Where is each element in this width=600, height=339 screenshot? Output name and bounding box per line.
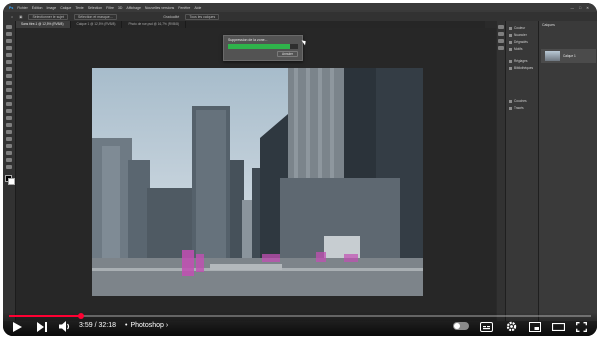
menu-item[interactable]: Image: [47, 6, 57, 10]
zoom-tool-icon[interactable]: [6, 165, 12, 169]
play-icon[interactable]: [13, 322, 22, 332]
maximize-icon[interactable]: □: [579, 6, 581, 10]
brush-tool-icon[interactable]: [6, 81, 12, 85]
window-controls: — □ ✕: [570, 6, 597, 10]
mode-label: Gradualité: [163, 14, 180, 19]
autoplay-toggle[interactable]: [453, 322, 469, 330]
video-progress-bar[interactable]: [9, 313, 591, 319]
mode-select[interactable]: Tous les calques: [185, 13, 220, 20]
object-select-tool-icon[interactable]: [6, 46, 12, 50]
healing-tool-icon[interactable]: [6, 74, 12, 78]
menu-item[interactable]: Calque: [60, 6, 71, 10]
background-color-swatch[interactable]: [8, 178, 15, 185]
chapter-button[interactable]: • Photoshop ›: [125, 322, 168, 329]
dodge-tool-icon[interactable]: [6, 123, 12, 127]
miniplayer-icon[interactable]: [529, 322, 541, 332]
menu-item[interactable]: Aide: [194, 6, 201, 10]
panel-icon[interactable]: [498, 46, 504, 50]
layer-name: Calque 1: [563, 54, 576, 58]
layers-panel: Calques Calque 1: [538, 21, 597, 321]
frame-tool-icon[interactable]: [6, 60, 12, 64]
tools-panel: [3, 21, 16, 321]
shape-tool-icon[interactable]: [6, 151, 12, 155]
subtitles-icon[interactable]: [480, 322, 493, 332]
marquee-tool-icon[interactable]: [6, 32, 12, 36]
chapter-dot: •: [125, 322, 128, 329]
document-tab[interactable]: Sans titre-1 @ 12,5% (RVB/8): [15, 21, 71, 28]
next-icon[interactable]: [37, 322, 47, 332]
menu-bar: Ps Fichier Édition Image Calque Texte Sé…: [3, 3, 597, 12]
panel-item-degrades[interactable]: Dégradés: [509, 40, 528, 44]
menu-item[interactable]: Fenêtre: [178, 6, 190, 10]
layer-thumbnail: [545, 51, 560, 61]
move-tool-icon[interactable]: [6, 25, 12, 29]
panel-item-bibliotheques[interactable]: Bibliothèques: [509, 66, 533, 70]
progress-track: [228, 44, 298, 49]
theater-mode-icon[interactable]: [552, 323, 565, 331]
close-icon[interactable]: ✕: [586, 6, 589, 10]
menu-item[interactable]: Filtre: [106, 6, 114, 10]
panel-icon[interactable]: [498, 25, 504, 29]
select-mask-button[interactable]: Sélection et masque…: [73, 13, 118, 20]
menu-item[interactable]: Nouvelles versions: [145, 6, 174, 10]
minimize-icon[interactable]: —: [570, 6, 574, 10]
layer-row[interactable]: Calque 1: [541, 49, 596, 63]
settings-gear-icon[interactable]: [506, 321, 517, 332]
blur-tool-icon[interactable]: [6, 116, 12, 120]
panel-item-couleur[interactable]: Couleur: [509, 26, 525, 30]
panel-icon[interactable]: [498, 32, 504, 36]
select-subject-button[interactable]: Sélectionner le sujet: [28, 13, 68, 20]
history-brush-tool-icon[interactable]: [6, 95, 12, 99]
progress-fill: [228, 44, 290, 49]
stamp-tool-icon[interactable]: [6, 88, 12, 92]
city-street-photo: [92, 68, 423, 296]
panel-item-traces[interactable]: Tracés: [509, 106, 524, 110]
document-tabs: Sans titre-1 @ 12,5% (RVB/8) Calque 1 @ …: [15, 21, 485, 28]
lasso-tool-icon[interactable]: [6, 39, 12, 43]
panel-item-reglages[interactable]: Réglages: [509, 59, 527, 63]
progress-dialog: Suppression de la zone... Annuler: [223, 35, 303, 61]
tool-preset-icon[interactable]: ▣: [19, 15, 22, 19]
panel-dock: Couleur Nuancier Dégradés Motifs Réglage…: [505, 21, 538, 321]
progress-dialog-title: Suppression de la zone...: [228, 38, 268, 42]
fullscreen-icon[interactable]: [576, 322, 587, 332]
document-tab[interactable]: Photo de rue.psd @ 16,7% (RVB/8): [122, 21, 186, 28]
hand-tool-icon[interactable]: [6, 158, 12, 162]
time-display: 3:59 / 32:18: [79, 322, 116, 329]
crop-tool-icon[interactable]: [6, 53, 12, 57]
pen-tool-icon[interactable]: [6, 130, 12, 134]
menu-item[interactable]: Fichier: [17, 6, 28, 10]
options-bar: ⌂ ▣ Sélectionner le sujet Sélection et m…: [3, 12, 597, 21]
home-icon[interactable]: ⌂: [11, 15, 13, 19]
video-player[interactable]: Ps Fichier Édition Image Calque Texte Sé…: [3, 3, 597, 336]
video-progress-played: [9, 315, 82, 317]
volume-icon[interactable]: [59, 321, 71, 332]
path-select-tool-icon[interactable]: [6, 144, 12, 148]
chapter-title: Photoshop: [130, 322, 164, 329]
time-duration: 32:18: [98, 322, 116, 329]
gradient-tool-icon[interactable]: [6, 109, 12, 113]
chapter-arrow-icon: ›: [165, 322, 169, 329]
ps-logo: Ps: [9, 5, 14, 10]
panel-dock-icons: [497, 21, 505, 321]
menu-item[interactable]: Édition: [32, 6, 43, 10]
panel-item-motifs[interactable]: Motifs: [509, 47, 523, 51]
menu-item[interactable]: Texte: [75, 6, 83, 10]
type-tool-icon[interactable]: [6, 137, 12, 141]
menu-item[interactable]: Affichage: [126, 6, 141, 10]
menu-item[interactable]: 3D: [118, 6, 122, 10]
panel-item-nuancier[interactable]: Nuancier: [509, 33, 527, 37]
menu-item[interactable]: Sélection: [88, 6, 102, 10]
cancel-button[interactable]: Annuler: [277, 51, 298, 57]
eraser-tool-icon[interactable]: [6, 102, 12, 106]
document-tab[interactable]: Calque 1 @ 12,5% (RVB/8): [71, 21, 123, 28]
time-elapsed: 3:59: [79, 322, 93, 329]
layers-panel-title[interactable]: Calques: [542, 23, 555, 27]
panel-item-couches[interactable]: Couches: [509, 99, 527, 103]
panel-icon[interactable]: [498, 39, 504, 43]
photoshop-window: Ps Fichier Édition Image Calque Texte Sé…: [3, 3, 597, 336]
canvas-image[interactable]: [92, 68, 423, 296]
eyedropper-tool-icon[interactable]: [6, 67, 12, 71]
